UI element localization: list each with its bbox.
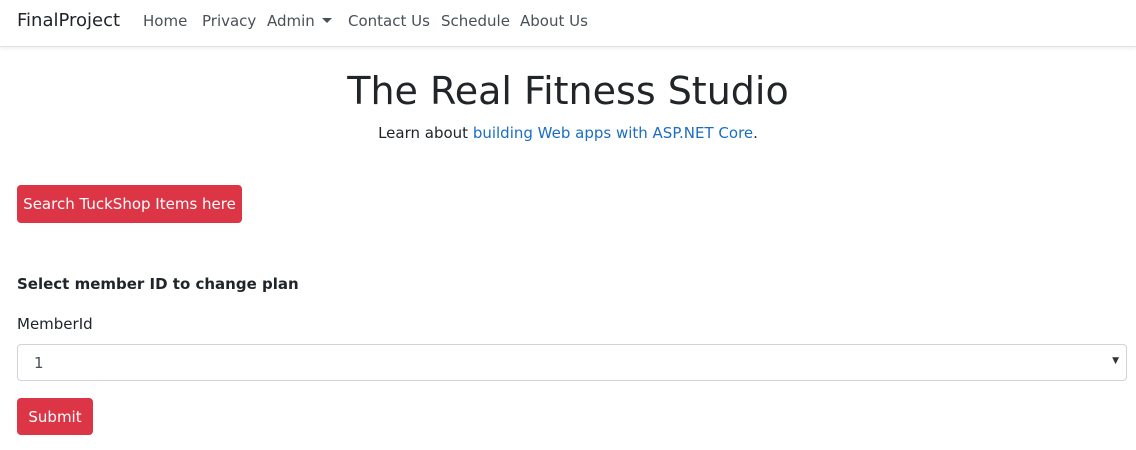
- dropdown-arrow-icon: ▼: [1112, 356, 1119, 366]
- submit-button[interactable]: Submit: [17, 398, 93, 435]
- intro-text: Learn about building Web apps with ASP.N…: [0, 123, 1136, 143]
- chevron-down-icon: [321, 18, 332, 23]
- brand-link[interactable]: FinalProject: [17, 10, 120, 32]
- aspnet-docs-link[interactable]: building Web apps with ASP.NET Core: [473, 124, 753, 142]
- nav-schedule[interactable]: Schedule: [441, 12, 510, 30]
- nav-contact-us[interactable]: Contact Us: [348, 12, 430, 30]
- form-heading: Select member ID to change plan: [17, 275, 299, 293]
- nav-home[interactable]: Home: [143, 12, 187, 30]
- nav-admin-label: Admin: [267, 12, 315, 30]
- intro-prefix: Learn about: [378, 124, 473, 142]
- member-id-selected-value: 1: [34, 354, 44, 372]
- member-id-select[interactable]: 1 ▼: [17, 344, 1127, 381]
- top-navbar: FinalProject Home Privacy Admin Contact …: [0, 0, 1136, 47]
- member-id-label: MemberId: [17, 315, 93, 333]
- nav-admin-dropdown[interactable]: Admin: [267, 12, 332, 30]
- nav-privacy[interactable]: Privacy: [202, 12, 256, 30]
- nav-about-us[interactable]: About Us: [520, 12, 588, 30]
- search-tuckshop-button[interactable]: Search TuckShop Items here: [17, 185, 242, 223]
- page-title: The Real Fitness Studio: [347, 69, 789, 113]
- intro-suffix: .: [753, 124, 758, 142]
